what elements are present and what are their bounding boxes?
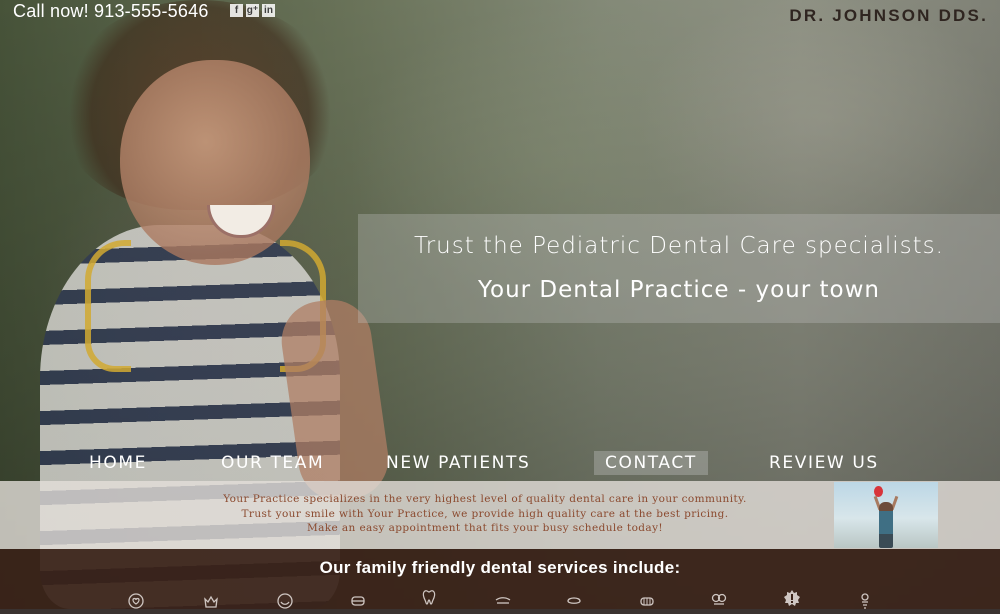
mouthguard-icon[interactable] [494, 592, 512, 610]
smile-icon[interactable] [276, 592, 294, 610]
badge-icon[interactable] [783, 589, 801, 607]
nav-new-patients[interactable]: NEW PATIENTS [386, 451, 530, 475]
facebook-icon[interactable]: f [230, 4, 243, 17]
hero-banner: Trust the Pediatric Dental Care speciali… [358, 214, 1000, 323]
nav-contact[interactable]: CONTACT [594, 451, 708, 475]
tooth-crown-icon[interactable] [202, 592, 220, 610]
main-nav: HOME OUR TEAM NEW PATIENTS CONTACT REVIE… [0, 451, 1000, 475]
hero-subheadline: Your Dental Practice - your town [478, 277, 880, 303]
call-now-phone[interactable]: Call now! 913-555-5646 [13, 1, 209, 22]
child-photo-face [120, 60, 310, 265]
child-photo-strap [85, 240, 131, 372]
tooth-icon[interactable] [420, 588, 438, 606]
hero-headline: Trust the Pediatric Dental Care speciali… [414, 233, 944, 259]
info-line: Make an easy appointment that fits your … [306, 522, 664, 534]
google-plus-icon[interactable]: g⁺ [246, 4, 259, 17]
nav-review-us[interactable]: REVIEW US [769, 451, 879, 475]
nav-home[interactable]: HOME [89, 451, 147, 475]
dentures-icon[interactable] [638, 592, 656, 610]
implant-icon[interactable] [856, 592, 874, 610]
social-links: f g⁺ in [230, 4, 275, 17]
services-title: Our family friendly dental services incl… [319, 558, 681, 577]
braces-icon[interactable] [349, 592, 367, 610]
brand-logo[interactable]: DR. JOHNSON DDS. [789, 6, 988, 26]
kid-balloon-photo [834, 482, 938, 548]
practice-info-band: Your Practice specializes in the very hi… [0, 481, 1000, 549]
info-line: Your Practice specializes in the very hi… [223, 493, 747, 505]
services-band: Our family friendly dental services incl… [0, 549, 1000, 609]
photo-kid [879, 502, 893, 548]
info-line: Trust your smile with Your Practice, we … [241, 507, 729, 520]
practice-info-text: Your Practice specializes in the very hi… [190, 492, 780, 536]
linkedin-icon[interactable]: in [262, 4, 275, 17]
gum-icon[interactable] [565, 592, 583, 610]
heart-tooth-icon[interactable] [127, 592, 145, 610]
floss-icon[interactable] [710, 590, 728, 608]
nav-our-team[interactable]: OUR TEAM [221, 451, 324, 475]
